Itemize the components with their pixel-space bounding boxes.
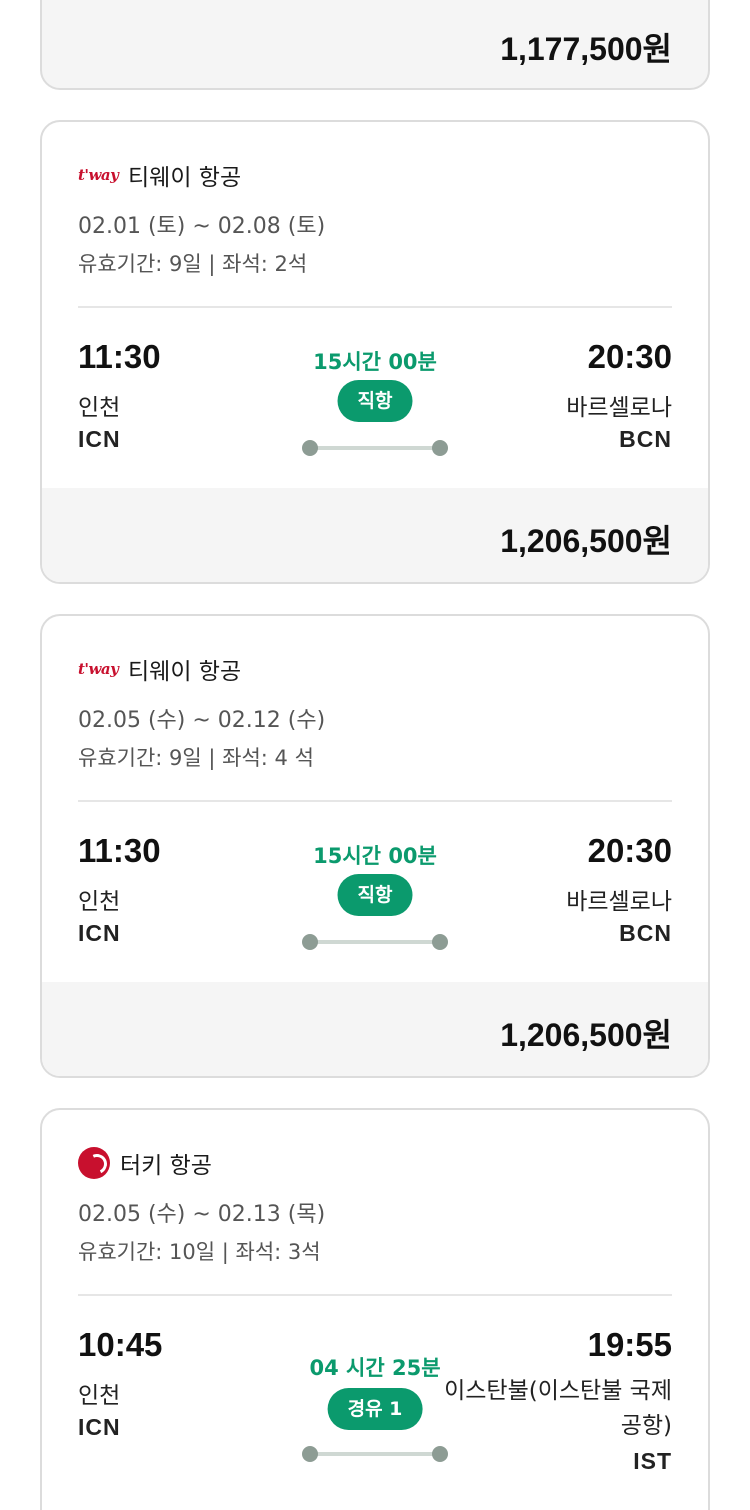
price-band: 1,206,500원 xyxy=(42,982,708,1076)
validity-seats: 유효기간: 9일 | 좌석: 2석 xyxy=(78,252,308,276)
price-label: 1,206,500원 xyxy=(500,1017,672,1053)
route-line-icon xyxy=(302,934,448,950)
flight-results-page: 1,177,500원 t'way 티웨이 항공 02.01 (토) ~ 02.0… xyxy=(0,0,750,1510)
route-dot-start xyxy=(302,934,318,950)
departure-code: ICN xyxy=(78,920,121,946)
route-dot-start xyxy=(302,440,318,456)
direct-badge: 직항 xyxy=(337,380,413,422)
price-label: 1,177,500원 xyxy=(500,31,672,67)
layover-badge: 경유 1 xyxy=(327,1388,423,1430)
route-dot-end xyxy=(432,1446,448,1462)
flight-card-previous[interactable]: 1,177,500원 xyxy=(40,0,710,90)
arrival-time: 19:55 xyxy=(587,1326,672,1363)
arrival-code: BCN xyxy=(619,920,672,946)
price-band: 1,206,500원 xyxy=(42,488,708,582)
airline-row: 터키 항공 xyxy=(78,1146,212,1180)
divider xyxy=(78,1294,672,1296)
route-line-icon xyxy=(302,440,448,456)
direct-badge: 직항 xyxy=(337,874,413,916)
validity-seats: 유효기간: 10일 | 좌석: 3석 xyxy=(78,1240,321,1264)
tway-logo-icon: t'way xyxy=(78,166,119,184)
airline-name: 티웨이 항공 xyxy=(128,659,242,685)
divider xyxy=(78,800,672,802)
airline-row: t'way 티웨이 항공 xyxy=(78,158,241,192)
arrival-time: 20:30 xyxy=(587,338,672,375)
route-bar xyxy=(310,940,440,944)
departure-city: 인천 xyxy=(78,395,121,421)
arrival-code: IST xyxy=(633,1448,672,1474)
travel-dates: 02.05 (수) ~ 02.12 (수) xyxy=(78,708,326,733)
airline-name: 터키 항공 xyxy=(120,1153,212,1179)
route-dot-start xyxy=(302,1446,318,1462)
arrival-time: 20:30 xyxy=(587,832,672,869)
arrival-city: 이스탄불(이스탄불 국제공항) xyxy=(444,1378,672,1439)
departure-city: 인천 xyxy=(78,889,121,915)
flight-card[interactable]: t'way 티웨이 항공 02.05 (수) ~ 02.12 (수) 유효기간:… xyxy=(40,614,710,1078)
route-bar xyxy=(310,1452,440,1456)
divider xyxy=(78,306,672,308)
departure-code: ICN xyxy=(78,426,121,452)
route-bar xyxy=(310,446,440,450)
route-dot-end xyxy=(432,440,448,456)
arrival-city: 바르셀로나 xyxy=(566,889,672,915)
airline-name: 티웨이 항공 xyxy=(128,165,242,191)
airline-row: t'way 티웨이 항공 xyxy=(78,652,241,686)
route-dot-end xyxy=(432,934,448,950)
arrival-code: BCN xyxy=(619,426,672,452)
arrival-city: 바르셀로나 xyxy=(566,395,672,421)
turkish-airlines-logo-icon xyxy=(78,1147,110,1179)
tway-logo-icon: t'way xyxy=(78,660,119,678)
flight-card[interactable]: 터키 항공 02.05 (수) ~ 02.13 (목) 유효기간: 10일 | … xyxy=(40,1108,710,1510)
price-label: 1,206,500원 xyxy=(500,523,672,559)
route-line-icon xyxy=(302,1446,448,1462)
validity-seats: 유효기간: 9일 | 좌석: 4 석 xyxy=(78,746,314,770)
flight-card[interactable]: t'way 티웨이 항공 02.01 (토) ~ 02.08 (토) 유효기간:… xyxy=(40,120,710,584)
departure-code: ICN xyxy=(78,1414,121,1440)
travel-dates: 02.05 (수) ~ 02.13 (목) xyxy=(78,1202,326,1227)
travel-dates: 02.01 (토) ~ 02.08 (토) xyxy=(78,214,326,239)
